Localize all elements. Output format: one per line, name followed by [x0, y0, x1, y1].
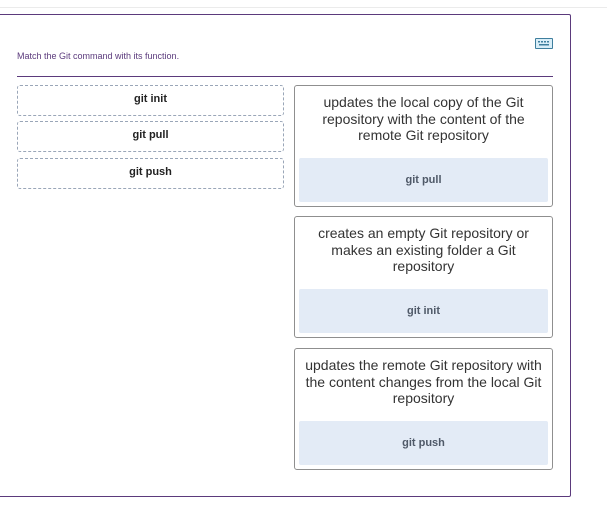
- top-rule: [0, 7, 607, 8]
- draggable-item-git-init[interactable]: git init: [17, 85, 284, 116]
- divider: [17, 76, 553, 77]
- drop-zone[interactable]: git init: [299, 289, 548, 333]
- match-target-card: updates the remote Git repository with t…: [294, 348, 553, 470]
- keyboard-icon[interactable]: [535, 38, 553, 49]
- instructions-text: Match the Git command with its function.: [17, 51, 180, 61]
- target-description: creates an empty Git repository or makes…: [318, 225, 529, 274]
- match-target-card: updates the local copy of the Git reposi…: [294, 85, 553, 207]
- drop-zone[interactable]: git pull: [299, 158, 548, 202]
- drop-zone[interactable]: git push: [299, 421, 548, 465]
- target-description: updates the remote Git repository with t…: [305, 357, 542, 406]
- target-description: updates the local copy of the Git reposi…: [322, 94, 525, 143]
- draggable-item-git-pull[interactable]: git pull: [17, 121, 284, 152]
- match-target-card: creates an empty Git repository or makes…: [294, 216, 553, 338]
- draggable-item-git-push[interactable]: git push: [17, 158, 284, 189]
